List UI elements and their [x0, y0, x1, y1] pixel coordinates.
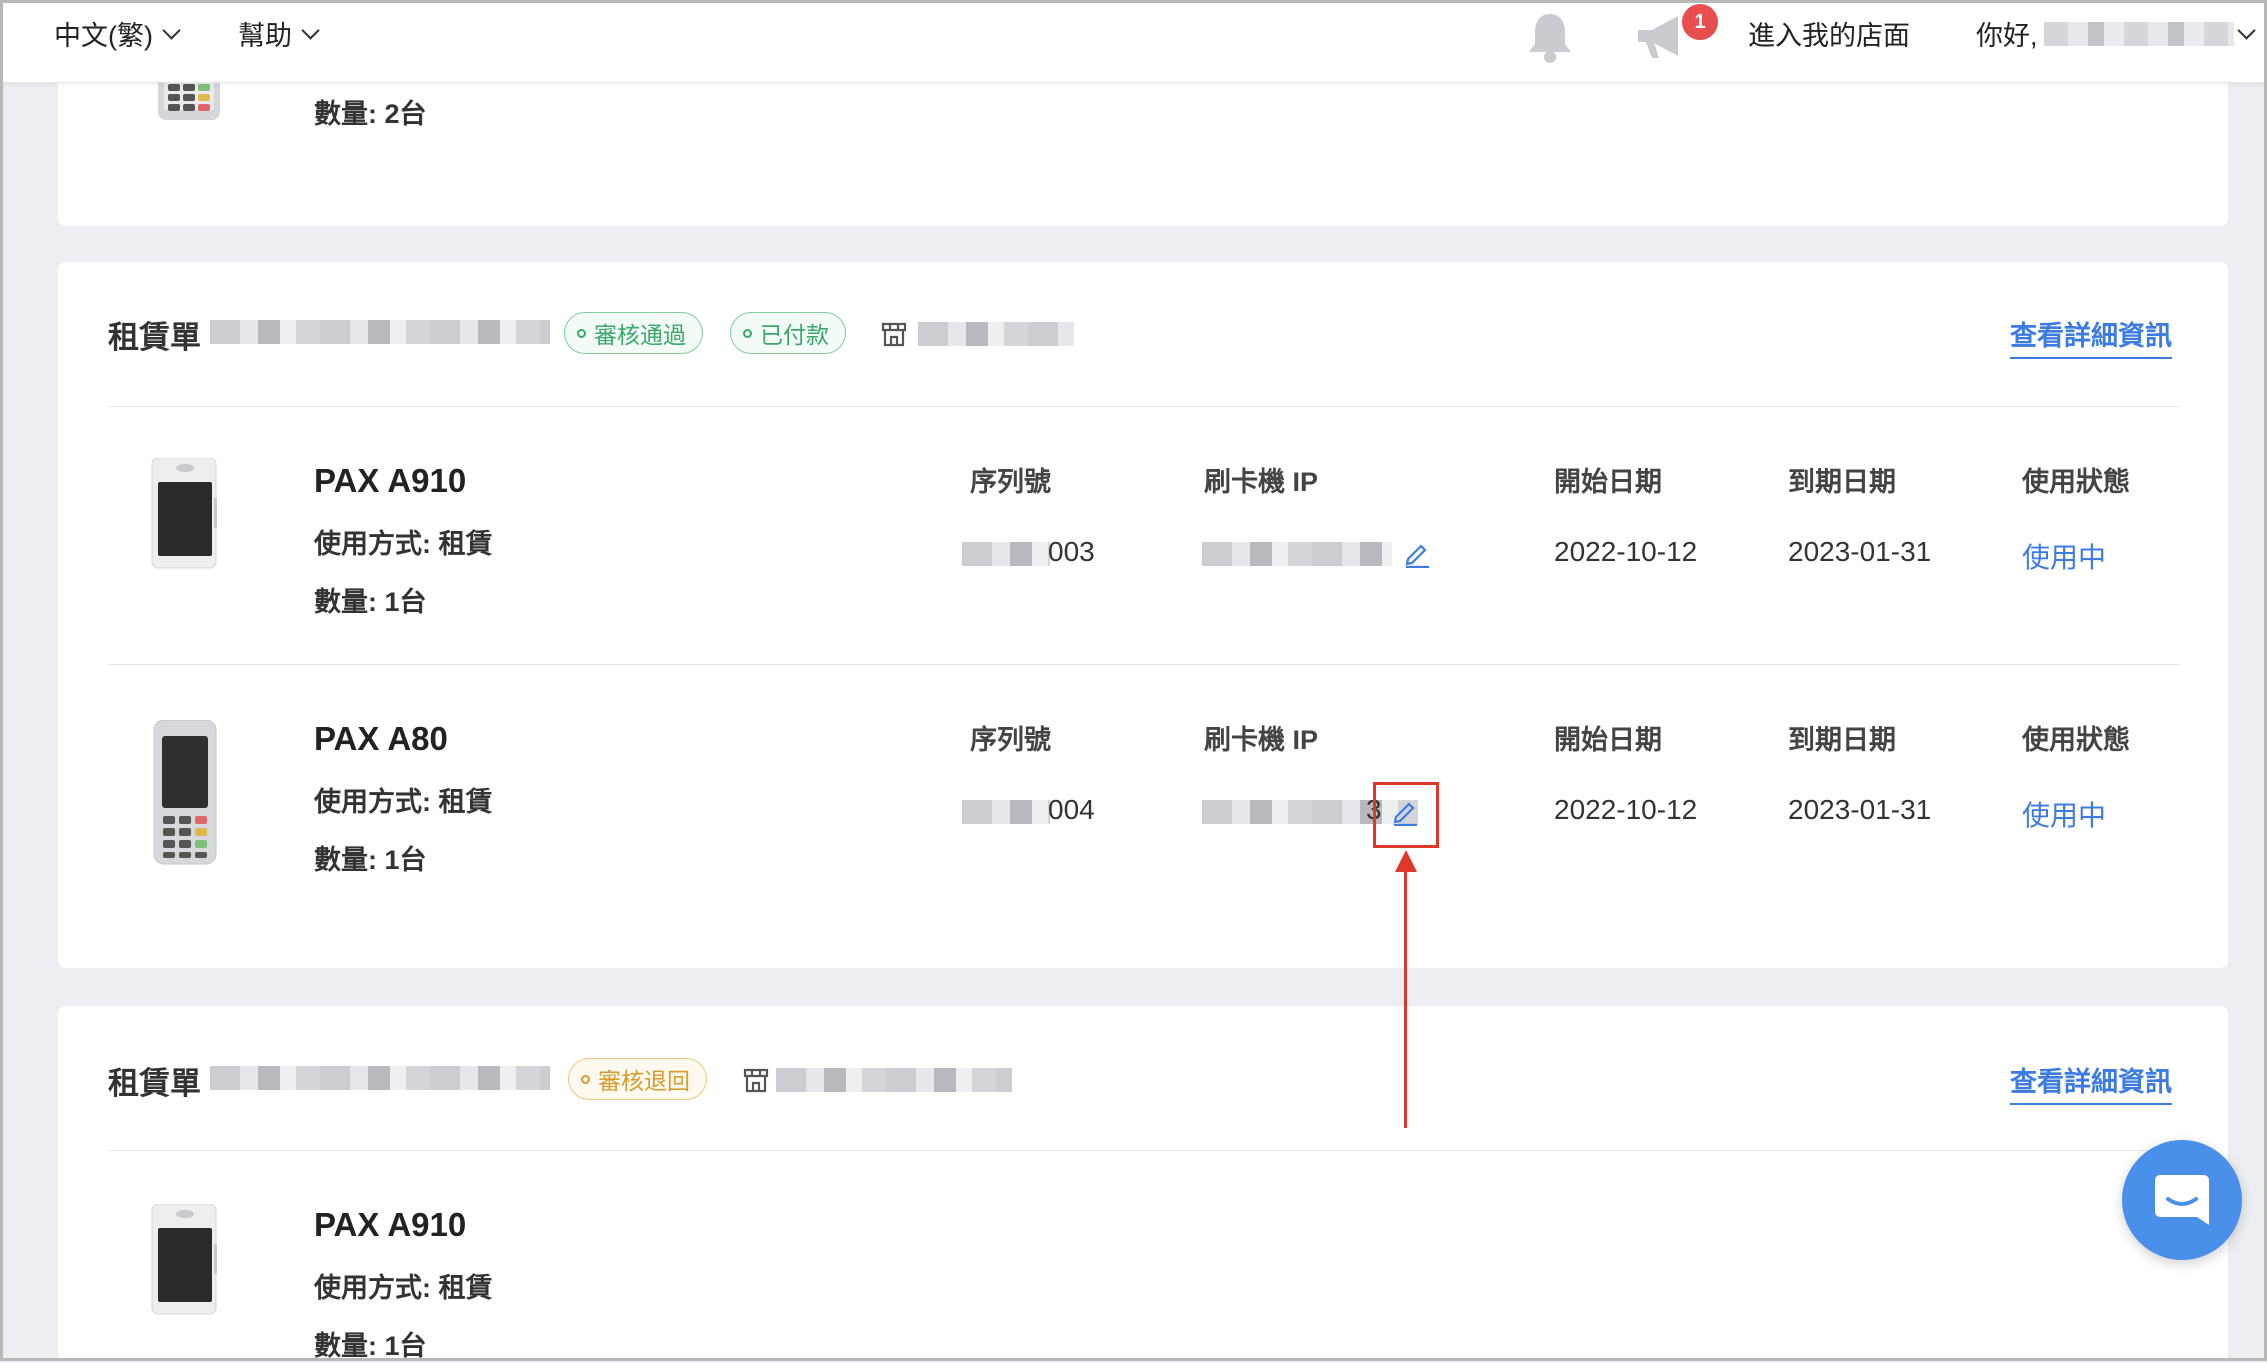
- redacted-store-name: [918, 322, 1074, 346]
- ip-header: 刷卡機 IP: [1204, 725, 1319, 755]
- help-menu[interactable]: 幫助: [238, 14, 320, 53]
- pax-a910-device-image: [150, 457, 220, 575]
- quantity-label: 數量: 1台: [314, 845, 427, 875]
- status-badge-label: 審核退回: [598, 1068, 690, 1094]
- usage-status: 使用中: [2022, 800, 2107, 831]
- status-badge-paid: 已付款: [730, 312, 846, 354]
- status-badge-approved: 審核通過: [564, 312, 703, 354]
- divider: [108, 406, 2180, 407]
- rental-order-card: 租賃單 審核退回 查看詳細資訊 PAX A910 使用方式: 租賃 數量: 1台: [58, 1006, 2228, 1361]
- serial-number: 003: [1048, 536, 1095, 567]
- end-date: 2023-01-31: [1788, 794, 1932, 825]
- bell-icon[interactable]: [1524, 10, 1576, 69]
- serial-header: 序列號: [970, 467, 1051, 497]
- serial-header: 序列號: [970, 725, 1051, 755]
- status-dot-icon: [581, 1074, 590, 1084]
- rental-order-card: 租賃單 審核通過 已付款 查看詳細資訊 PAX A910 使用方式: 租賃 數量…: [58, 262, 2228, 968]
- chevron-down-icon: [301, 20, 320, 40]
- pax-a910-device-image: [150, 1203, 220, 1321]
- view-details-link[interactable]: 查看詳細資訊: [2010, 314, 2172, 359]
- redacted-serial-prefix: [962, 800, 1050, 824]
- usage-status: 使用中: [2022, 542, 2107, 573]
- pax-a80-device-image: [150, 719, 220, 871]
- start-date-header: 開始日期: [1554, 467, 1662, 497]
- redacted-username: [2043, 21, 2234, 46]
- top-navigation-bar: 中文(繁) 幫助 1 進入我的店面 你好,: [0, 0, 2267, 83]
- status-badge-label: 已付款: [760, 322, 829, 348]
- start-date-header: 開始日期: [1554, 725, 1662, 755]
- help-label: 幫助: [238, 21, 292, 51]
- chevron-down-icon: [162, 20, 181, 40]
- quantity-label: 數量: 1台: [314, 1331, 427, 1361]
- product-name: PAX A80: [314, 720, 448, 757]
- product-name: PAX A910: [314, 1206, 467, 1243]
- redacted-serial-prefix: [962, 542, 1050, 566]
- end-date: 2023-01-31: [1788, 536, 1932, 567]
- start-date: 2022-10-12: [1554, 536, 1698, 567]
- usage-label: 使用方式: 租賃: [314, 787, 493, 817]
- greeting-label: 你好,: [1976, 21, 2038, 51]
- store-icon: [742, 1066, 770, 1099]
- usage-status-header: 使用狀態: [2022, 467, 2130, 497]
- start-date: 2022-10-12: [1554, 794, 1698, 825]
- quantity-label: 數量: 1台: [314, 587, 427, 617]
- language-label: 中文(繁): [54, 21, 153, 51]
- chat-button[interactable]: [2122, 1140, 2242, 1260]
- order-title: 租賃單: [108, 1066, 201, 1101]
- status-badge-rejected: 審核退回: [568, 1058, 707, 1100]
- chevron-down-icon: [2236, 20, 2256, 40]
- status-dot-icon: [577, 328, 586, 338]
- status-dot-icon: [743, 328, 752, 338]
- view-details-link[interactable]: 查看詳細資訊: [2010, 1060, 2172, 1105]
- annotation-arrow: [1404, 866, 1407, 1128]
- product-name: PAX A910: [314, 462, 467, 499]
- redacted-order-number: [210, 1066, 550, 1090]
- status-badge-label: 審核通過: [594, 322, 686, 348]
- ip-header: 刷卡機 IP: [1204, 467, 1319, 497]
- usage-status-header: 使用狀態: [2022, 725, 2130, 755]
- store-icon: [880, 320, 908, 353]
- redacted-store-name: [776, 1068, 1012, 1092]
- quantity-label: 數量: 2台: [314, 99, 427, 129]
- serial-number: 004: [1048, 794, 1095, 825]
- usage-label: 使用方式: 租賃: [314, 1273, 493, 1303]
- order-title: 租賃單: [108, 320, 201, 355]
- chat-bubble-icon: [2155, 1175, 2209, 1225]
- redacted-order-number: [210, 320, 550, 344]
- usage-label: 使用方式: 租賃: [314, 529, 493, 559]
- user-menu[interactable]: 你好,: [1976, 14, 2256, 53]
- redacted-ip-address: [1202, 542, 1392, 566]
- divider: [108, 664, 2180, 665]
- end-date-header: 到期日期: [1788, 467, 1896, 497]
- enter-store-link[interactable]: 進入我的店面: [1748, 14, 1910, 53]
- edit-ip-icon[interactable]: [1402, 538, 1432, 573]
- language-selector[interactable]: 中文(繁): [54, 14, 181, 53]
- divider: [108, 1150, 2180, 1151]
- highlight-box: [1373, 782, 1439, 848]
- end-date-header: 到期日期: [1788, 725, 1896, 755]
- notification-badge: 1: [1680, 2, 1720, 42]
